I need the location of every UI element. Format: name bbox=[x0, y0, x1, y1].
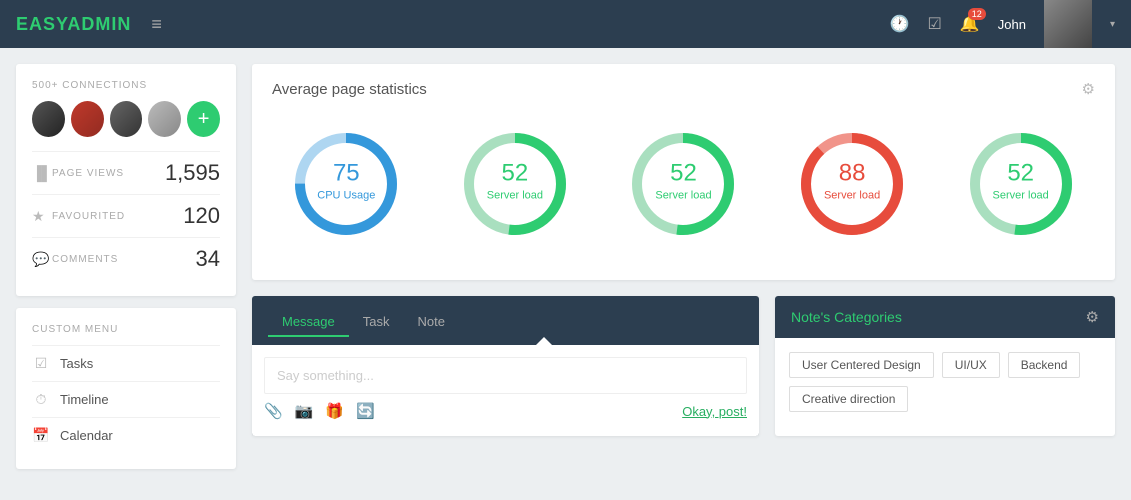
bottom-row: Message Task Note Say something... 📎 📷 🎁 bbox=[252, 296, 1115, 436]
logo: EASYADMIN bbox=[16, 14, 131, 35]
gauge-value-server3: 88 bbox=[824, 160, 880, 188]
gauges-row: 75 CPU Usage 52 Server load 52 Server lo… bbox=[272, 114, 1095, 264]
gauge-server1: 52 Server load bbox=[455, 124, 575, 244]
avatar-4[interactable] bbox=[148, 101, 181, 137]
notes-gear-icon[interactable]: ⚙ bbox=[1086, 308, 1099, 326]
add-connection-button[interactable]: + bbox=[187, 101, 220, 137]
tasks-label: Tasks bbox=[60, 356, 93, 371]
note-tag[interactable]: Backend bbox=[1008, 352, 1081, 378]
notes-card: Note's Categories ⚙ User Centered Design… bbox=[775, 296, 1115, 436]
note-tag[interactable]: Creative direction bbox=[789, 386, 908, 412]
calendar-icon: 📅 bbox=[32, 427, 50, 444]
gauge-text-cpu: 75 CPU Usage bbox=[317, 160, 375, 202]
clock-icon[interactable]: 🕐 bbox=[890, 14, 910, 34]
favourited-value: 120 bbox=[183, 203, 220, 229]
connections-card: 500+ CONNECTIONS + ▐▌ PAGE VIEWS 1,595 ★… bbox=[16, 64, 236, 296]
message-tabs: Message Task Note bbox=[252, 296, 759, 337]
stats-card-header: Average page statistics ⚙ bbox=[272, 80, 1095, 98]
main-layout: 500+ CONNECTIONS + ▐▌ PAGE VIEWS 1,595 ★… bbox=[0, 48, 1131, 500]
comment-icon: 💬 bbox=[32, 251, 52, 268]
stats-card: Average page statistics ⚙ 75 CPU Usage 5… bbox=[252, 64, 1115, 280]
gauge-label-cpu: CPU Usage bbox=[317, 190, 375, 202]
custom-menu-card: CUSTOM MENU ☑ Tasks ⏱ Timeline 📅 Calenda… bbox=[16, 308, 236, 469]
gauge-label-server4: Server load bbox=[993, 190, 1049, 202]
message-card: Message Task Note Say something... 📎 📷 🎁 bbox=[252, 296, 759, 436]
message-actions: 📎 📷 🎁 🔄 Okay, post! bbox=[264, 394, 747, 424]
message-input-area[interactable]: Say something... bbox=[264, 357, 747, 394]
favourited-label: FAVOURITED bbox=[52, 211, 183, 222]
gauge-text-server2: 52 Server load bbox=[655, 160, 711, 202]
sidebar-item-timeline[interactable]: ⏱ Timeline bbox=[32, 381, 220, 417]
timeline-label: Timeline bbox=[60, 392, 109, 407]
note-tag[interactable]: UI/UX bbox=[942, 352, 1000, 378]
gift-icon[interactable]: 🎁 bbox=[325, 402, 344, 420]
check-icon[interactable]: ☑ bbox=[928, 14, 942, 34]
header: EASYADMIN ≡ 🕐 ☑ 🔔 12 John ▾ bbox=[0, 0, 1131, 48]
refresh-icon[interactable]: 🔄 bbox=[356, 402, 375, 420]
message-placeholder: Say something... bbox=[277, 368, 734, 383]
gauge-text-server3: 88 Server load bbox=[824, 160, 880, 202]
custom-menu-label: CUSTOM MENU bbox=[32, 324, 220, 335]
connections-avatars: + bbox=[32, 101, 220, 137]
notes-body: User Centered Design UI/UX Backend Creative… bbox=[775, 338, 1115, 426]
gauge-value-server4: 52 bbox=[993, 160, 1049, 188]
tasks-icon: ☑ bbox=[32, 355, 50, 372]
page-views-value: 1,595 bbox=[165, 160, 220, 186]
gauge-value-cpu: 75 bbox=[317, 160, 375, 188]
tab-task[interactable]: Task bbox=[349, 306, 404, 337]
gauge-label-server1: Server load bbox=[487, 190, 543, 202]
gauge-text-server4: 52 Server load bbox=[993, 160, 1049, 202]
sidebar: 500+ CONNECTIONS + ▐▌ PAGE VIEWS 1,595 ★… bbox=[16, 64, 236, 484]
page-views-label: PAGE VIEWS bbox=[52, 168, 165, 179]
timeline-icon: ⏱ bbox=[32, 391, 50, 408]
tab-note[interactable]: Note bbox=[403, 306, 458, 337]
message-body: Say something... 📎 📷 🎁 🔄 Okay, post! bbox=[252, 345, 759, 436]
gauge-text-server1: 52 Server load bbox=[487, 160, 543, 202]
tab-indicator bbox=[536, 337, 552, 345]
comments-label: COMMENTS bbox=[52, 254, 196, 265]
gear-icon[interactable]: ⚙ bbox=[1082, 80, 1095, 98]
avatar-3[interactable] bbox=[110, 101, 143, 137]
notes-title: Note's Categories bbox=[791, 309, 902, 325]
header-right: 🕐 ☑ 🔔 12 John ▾ bbox=[890, 0, 1115, 48]
avatar[interactable] bbox=[1044, 0, 1092, 48]
gauge-server4: 52 Server load bbox=[961, 124, 1081, 244]
notes-header: Note's Categories ⚙ bbox=[775, 296, 1115, 338]
star-icon: ★ bbox=[32, 208, 52, 225]
tab-message[interactable]: Message bbox=[268, 306, 349, 337]
gauge-value-server1: 52 bbox=[487, 160, 543, 188]
bar-chart-icon: ▐▌ bbox=[32, 165, 52, 181]
content-area: Average page statistics ⚙ 75 CPU Usage 5… bbox=[252, 64, 1115, 484]
gauge-value-server2: 52 bbox=[655, 160, 711, 188]
gauge-server3: 88 Server load bbox=[792, 124, 912, 244]
connections-label: 500+ CONNECTIONS bbox=[32, 80, 220, 91]
stats-card-title: Average page statistics bbox=[272, 81, 427, 98]
page-views-row: ▐▌ PAGE VIEWS 1,595 bbox=[32, 151, 220, 194]
attachment-icon[interactable]: 📎 bbox=[264, 402, 283, 420]
notification-badge: 12 bbox=[968, 8, 986, 20]
username-label: John bbox=[998, 17, 1026, 32]
note-tag[interactable]: User Centered Design bbox=[789, 352, 934, 378]
gauge-server2: 52 Server load bbox=[623, 124, 743, 244]
avatar-image bbox=[1044, 0, 1092, 48]
sidebar-item-tasks[interactable]: ☑ Tasks bbox=[32, 345, 220, 381]
gauge-label-server3: Server load bbox=[824, 190, 880, 202]
comments-value: 34 bbox=[196, 246, 220, 272]
post-button[interactable]: Okay, post! bbox=[682, 404, 747, 419]
logo-easy: EASY bbox=[16, 14, 67, 34]
notification-icon[interactable]: 🔔 12 bbox=[960, 14, 980, 34]
logo-admin: ADMIN bbox=[67, 14, 131, 34]
favourited-row: ★ FAVOURITED 120 bbox=[32, 194, 220, 237]
camera-icon[interactable]: 📷 bbox=[295, 402, 314, 420]
avatar-2[interactable] bbox=[71, 101, 104, 137]
chevron-down-icon[interactable]: ▾ bbox=[1110, 19, 1115, 30]
calendar-label: Calendar bbox=[60, 428, 113, 443]
gauge-label-server2: Server load bbox=[655, 190, 711, 202]
hamburger-icon[interactable]: ≡ bbox=[151, 14, 162, 35]
avatar-1[interactable] bbox=[32, 101, 65, 137]
gauge-cpu: 75 CPU Usage bbox=[286, 124, 406, 244]
comments-row: 💬 COMMENTS 34 bbox=[32, 237, 220, 280]
sidebar-item-calendar[interactable]: 📅 Calendar bbox=[32, 417, 220, 453]
